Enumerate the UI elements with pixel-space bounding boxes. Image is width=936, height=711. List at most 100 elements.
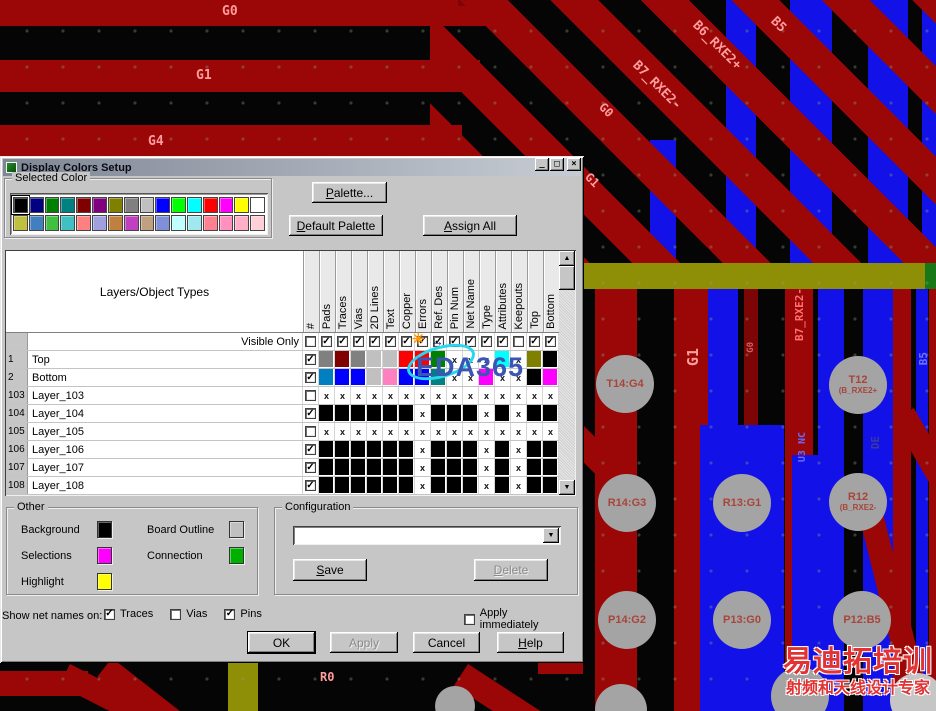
color-cell-empty[interactable]: x	[479, 477, 495, 494]
visible-only-checkbox-bottom[interactable]: ✓	[545, 336, 556, 347]
color-cell-empty[interactable]: x	[511, 405, 527, 422]
color-cell[interactable]	[543, 369, 559, 386]
color-cell[interactable]	[351, 459, 367, 476]
column-header-text[interactable]: Text	[383, 251, 399, 332]
palette-swatch[interactable]	[60, 215, 76, 231]
visible-only-checkbox-pads[interactable]: ✓	[321, 336, 332, 347]
color-cell[interactable]	[431, 459, 447, 476]
column-header-traces[interactable]: Traces	[335, 251, 351, 332]
layer-visibility-checkbox[interactable]	[305, 390, 316, 401]
color-cell[interactable]	[447, 459, 463, 476]
visible-only-checkbox-keepouts[interactable]	[513, 336, 524, 347]
layer-name[interactable]: Layer_107	[28, 459, 303, 476]
column-header-bottom[interactable]: Bottom	[543, 251, 559, 332]
scrollbar-thumb[interactable]	[559, 266, 575, 290]
color-cell-empty[interactable]: x	[495, 423, 511, 440]
palette-swatch[interactable]	[218, 197, 234, 213]
color-cell[interactable]	[335, 405, 351, 422]
color-cell[interactable]	[543, 477, 559, 494]
color-cell[interactable]	[319, 351, 335, 368]
palette-swatch[interactable]	[171, 215, 186, 231]
layer-name[interactable]: Layer_103	[28, 387, 303, 404]
palette-button[interactable]: Palette...	[312, 182, 387, 203]
color-cell[interactable]	[367, 405, 383, 422]
maximize-button[interactable]: □	[550, 158, 564, 171]
palette-swatch[interactable]	[107, 197, 123, 213]
pad-r13-g1[interactable]: R13:G1	[713, 474, 771, 532]
column-header-errors[interactable]: Errors	[415, 251, 431, 332]
color-cell[interactable]	[367, 477, 383, 494]
visible-only-checkbox-vias[interactable]: ✓	[353, 336, 364, 347]
layer-name[interactable]: Layer_104	[28, 405, 303, 422]
pad-p12-b5[interactable]: P12:B5	[833, 591, 891, 649]
palette-swatch[interactable]	[123, 197, 139, 213]
palette-swatch[interactable]	[28, 197, 44, 213]
color-cell[interactable]	[527, 441, 543, 458]
color-cell-empty[interactable]: x	[335, 423, 351, 440]
color-cell-empty[interactable]: x	[335, 387, 351, 404]
column-header-pin-num[interactable]: Pin Num	[447, 251, 463, 332]
assign-all-button[interactable]: Assign All	[423, 215, 517, 236]
visible-only-checkbox-2d-lines[interactable]: ✓	[369, 336, 380, 347]
layer-visibility-checkbox[interactable]: ✓	[305, 444, 316, 455]
color-cell-empty[interactable]: x	[447, 387, 463, 404]
column-header-keepouts[interactable]: Keepouts	[511, 251, 527, 332]
layer-visibility-checkbox[interactable]: ✓	[305, 462, 316, 473]
column-header-pads[interactable]: Pads	[319, 251, 335, 332]
palette-swatch[interactable]	[92, 197, 107, 213]
color-cell[interactable]	[495, 477, 511, 494]
color-cell-empty[interactable]: x	[479, 441, 495, 458]
palette-swatch[interactable]	[202, 197, 218, 213]
close-button[interactable]: ×	[567, 158, 581, 171]
visible-only-checkbox-attributes[interactable]: ✓	[497, 336, 508, 347]
color-cell[interactable]	[319, 459, 335, 476]
layer-name[interactable]: Layer_106	[28, 441, 303, 458]
column-header-attributes[interactable]: Attributes	[495, 251, 511, 332]
visible-only-checkbox-traces[interactable]: ✓	[337, 336, 348, 347]
pad-t12[interactable]: T12 (B_RXE2+	[829, 356, 887, 414]
color-cell[interactable]	[383, 477, 399, 494]
color-cell-empty[interactable]: x	[543, 387, 559, 404]
palette-swatch[interactable]	[44, 197, 60, 213]
visible-only-checkbox-top[interactable]: ✓	[529, 336, 540, 347]
column-header--[interactable]: #	[303, 251, 319, 332]
color-cell[interactable]	[463, 405, 479, 422]
color-cell-empty[interactable]: x	[383, 387, 399, 404]
color-cell[interactable]	[399, 405, 415, 422]
pad-t14-g4[interactable]: T14:G4	[596, 355, 654, 413]
color-cell[interactable]	[351, 369, 367, 386]
connection-swatch[interactable]	[229, 547, 244, 564]
color-cell-empty[interactable]: x	[431, 423, 447, 440]
color-cell-empty[interactable]: x	[447, 423, 463, 440]
color-cell-empty[interactable]: x	[367, 387, 383, 404]
column-header-type[interactable]: Type	[479, 251, 495, 332]
color-cell-empty[interactable]: x	[463, 423, 479, 440]
palette-swatch[interactable]	[92, 215, 107, 231]
color-cell[interactable]	[335, 351, 351, 368]
palette-swatch[interactable]	[13, 215, 28, 231]
color-cell[interactable]	[527, 477, 543, 494]
color-cell-empty[interactable]: x	[415, 441, 431, 458]
column-header-ref-des[interactable]: Ref. Des	[431, 251, 447, 332]
color-cell[interactable]	[431, 477, 447, 494]
color-cell-empty[interactable]: x	[399, 387, 415, 404]
color-cell-empty[interactable]: x	[479, 405, 495, 422]
color-cell-empty[interactable]: x	[415, 423, 431, 440]
color-cell[interactable]	[319, 405, 335, 422]
net-names-option-vias[interactable]: Vias	[170, 608, 207, 620]
color-cell[interactable]	[383, 351, 399, 368]
net-names-option-traces[interactable]: ✓ Traces	[104, 608, 153, 620]
color-cell[interactable]	[319, 477, 335, 494]
color-cell[interactable]	[399, 459, 415, 476]
color-cell-empty[interactable]: x	[415, 405, 431, 422]
color-cell[interactable]	[335, 441, 351, 458]
color-cell[interactable]	[447, 477, 463, 494]
palette-swatch[interactable]	[250, 197, 265, 213]
palette-swatch[interactable]	[234, 197, 250, 213]
color-cell[interactable]	[495, 405, 511, 422]
color-cell[interactable]	[351, 441, 367, 458]
color-cell[interactable]	[383, 405, 399, 422]
highlight-swatch[interactable]	[97, 573, 112, 590]
color-cell-empty[interactable]: x	[415, 387, 431, 404]
palette-swatch[interactable]	[11, 195, 30, 215]
